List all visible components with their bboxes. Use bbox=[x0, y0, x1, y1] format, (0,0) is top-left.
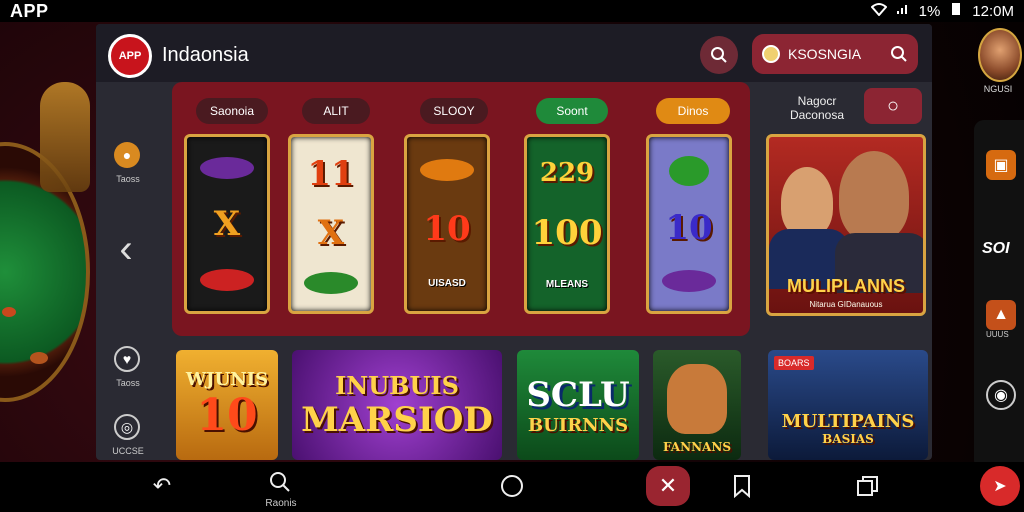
rail-gift-icon[interactable]: ▣ bbox=[986, 150, 1016, 180]
left-nav-label-3: UCCSE bbox=[112, 446, 144, 456]
home-icon[interactable] bbox=[494, 468, 530, 504]
bookmark-icon[interactable] bbox=[724, 468, 760, 504]
search-input-text: KSOSNGIA bbox=[788, 46, 862, 62]
tile-number: 10 bbox=[196, 390, 258, 441]
reel-symbol: 10 bbox=[423, 209, 471, 250]
featured-game-card[interactable]: MULIPLANNS Nitarua GIDanauous bbox=[766, 134, 926, 316]
slot-reel-3[interactable]: 10 UISASD bbox=[404, 134, 490, 314]
rail-hat-icon[interactable]: ▲ bbox=[986, 300, 1016, 330]
game-tile-1[interactable]: WJUNIS 10 bbox=[176, 350, 278, 460]
left-nav-label-2: Taoss bbox=[116, 378, 140, 388]
search-icon bbox=[711, 47, 727, 63]
game-tile-4[interactable]: FANNANS bbox=[653, 350, 741, 460]
background-roulette-scene bbox=[0, 22, 96, 462]
animal-image bbox=[667, 364, 727, 434]
reel-symbol-top: 11 bbox=[307, 154, 355, 195]
reel-caption: MLEANS bbox=[545, 279, 589, 291]
wifi-icon bbox=[870, 2, 887, 20]
avatar-label: NGUSI bbox=[983, 84, 1013, 94]
ticket-icon bbox=[662, 270, 716, 292]
slot-reel-5[interactable]: 10 bbox=[646, 134, 732, 314]
signal-icon bbox=[895, 2, 911, 20]
arrow-icon: ➤ bbox=[993, 478, 1007, 495]
person-image bbox=[781, 167, 833, 237]
clock: 12:0M bbox=[972, 2, 1014, 20]
filter-tab-3[interactable]: SLOOY bbox=[420, 98, 488, 124]
tile-title: MULTIPAINS bbox=[781, 410, 915, 432]
circle-icon: ○ bbox=[886, 94, 900, 117]
slot-reel-2[interactable]: 11 X bbox=[288, 134, 374, 314]
flag-icon bbox=[762, 45, 780, 63]
search-icon bbox=[891, 46, 907, 62]
featured-label: Nagocr Daconosa bbox=[789, 94, 845, 122]
game-tile-2[interactable]: INUBUIS MARSIOD bbox=[292, 350, 502, 460]
coin-icon[interactable]: ● bbox=[114, 142, 140, 168]
person-image bbox=[839, 151, 909, 241]
app-logo[interactable]: APP bbox=[108, 34, 152, 78]
profile-icon[interactable]: ◎ bbox=[114, 414, 140, 440]
rail-settings-icon[interactable]: ◉ bbox=[986, 380, 1016, 410]
casino-chip-image bbox=[30, 352, 48, 364]
tile-subtitle: BUIRNNS bbox=[527, 414, 629, 436]
featured-toggle-button[interactable]: ○ bbox=[864, 88, 922, 124]
game-tile-3[interactable]: SCLU BUIRNNS bbox=[517, 350, 639, 460]
reel-caption: UISASD bbox=[428, 277, 466, 289]
floating-action-button[interactable]: ➤ bbox=[980, 466, 1020, 506]
slot-reel-1[interactable]: X bbox=[184, 134, 270, 314]
status-bar: APP 1% 12:0M bbox=[0, 0, 1024, 22]
close-icon: ✕ bbox=[658, 473, 678, 498]
search-button[interactable] bbox=[700, 36, 738, 74]
back-icon[interactable]: ↶ bbox=[144, 468, 180, 504]
back-arrow-icon[interactable]: ‹ bbox=[106, 224, 146, 274]
tile-title: SCLU bbox=[526, 374, 630, 415]
app-window: APP Indaonsia KSOSNGIA ● Taoss ‹ ♥ Taoss… bbox=[96, 24, 932, 460]
hat-icon bbox=[420, 159, 474, 182]
casino-chip-image bbox=[2, 307, 16, 317]
rail-item-2[interactable]: SOI bbox=[982, 240, 1010, 258]
hat-icon bbox=[200, 157, 254, 180]
reel-symbol: X bbox=[213, 203, 241, 244]
tile-title: WJUNIS bbox=[185, 369, 269, 390]
filter-tab-2[interactable]: ALIT bbox=[302, 98, 370, 124]
recent-apps-icon[interactable] bbox=[850, 468, 886, 504]
search-input[interactable]: KSOSNGIA bbox=[752, 34, 918, 74]
tile-title: INUBUIS bbox=[335, 370, 459, 400]
nav-search-label: Raonis bbox=[265, 498, 297, 509]
trophy-figure-image bbox=[40, 82, 90, 192]
filter-tab-1[interactable]: Saonoia bbox=[196, 98, 268, 124]
reel-symbol: 10 bbox=[665, 208, 713, 248]
rail-item-3: UUUS bbox=[986, 330, 1009, 339]
heart-icon[interactable]: ♥ bbox=[114, 346, 140, 372]
avatar[interactable] bbox=[978, 28, 1022, 82]
status-app-label: APP bbox=[10, 0, 49, 21]
search-icon[interactable] bbox=[262, 464, 298, 500]
chip-icon bbox=[200, 268, 254, 291]
tile-label: BOARS bbox=[774, 356, 814, 370]
game-tile-5[interactable]: BOARS MULTIPAINS BASIAS bbox=[768, 350, 928, 460]
left-nav-label-1: Taoss bbox=[116, 174, 140, 184]
reel-symbol: 100 bbox=[531, 213, 603, 254]
filter-tab-4[interactable]: Soont bbox=[536, 98, 608, 124]
slot-reel-4[interactable]: 229 100 MLEANS bbox=[524, 134, 610, 314]
battery-icon bbox=[948, 2, 964, 20]
battery-percent: 1% bbox=[918, 2, 941, 20]
filter-tab-5[interactable]: Dinos bbox=[656, 98, 730, 124]
brand-title: Indaonsia bbox=[162, 44, 249, 66]
reel-symbol: X bbox=[317, 212, 345, 253]
chip-icon bbox=[669, 156, 709, 186]
reel-symbol-top: 229 bbox=[539, 157, 595, 188]
featured-title: MULIPLANNS bbox=[787, 276, 905, 296]
tile-subtitle: MARSIOD bbox=[301, 399, 493, 440]
close-button[interactable]: ✕ bbox=[646, 466, 690, 506]
tile-subtitle: BASIAS bbox=[822, 431, 874, 446]
chip-icon bbox=[304, 271, 358, 294]
featured-subtitle: Nitarua GIDanauous bbox=[809, 300, 883, 309]
tile-caption: FANNANS bbox=[662, 440, 731, 454]
